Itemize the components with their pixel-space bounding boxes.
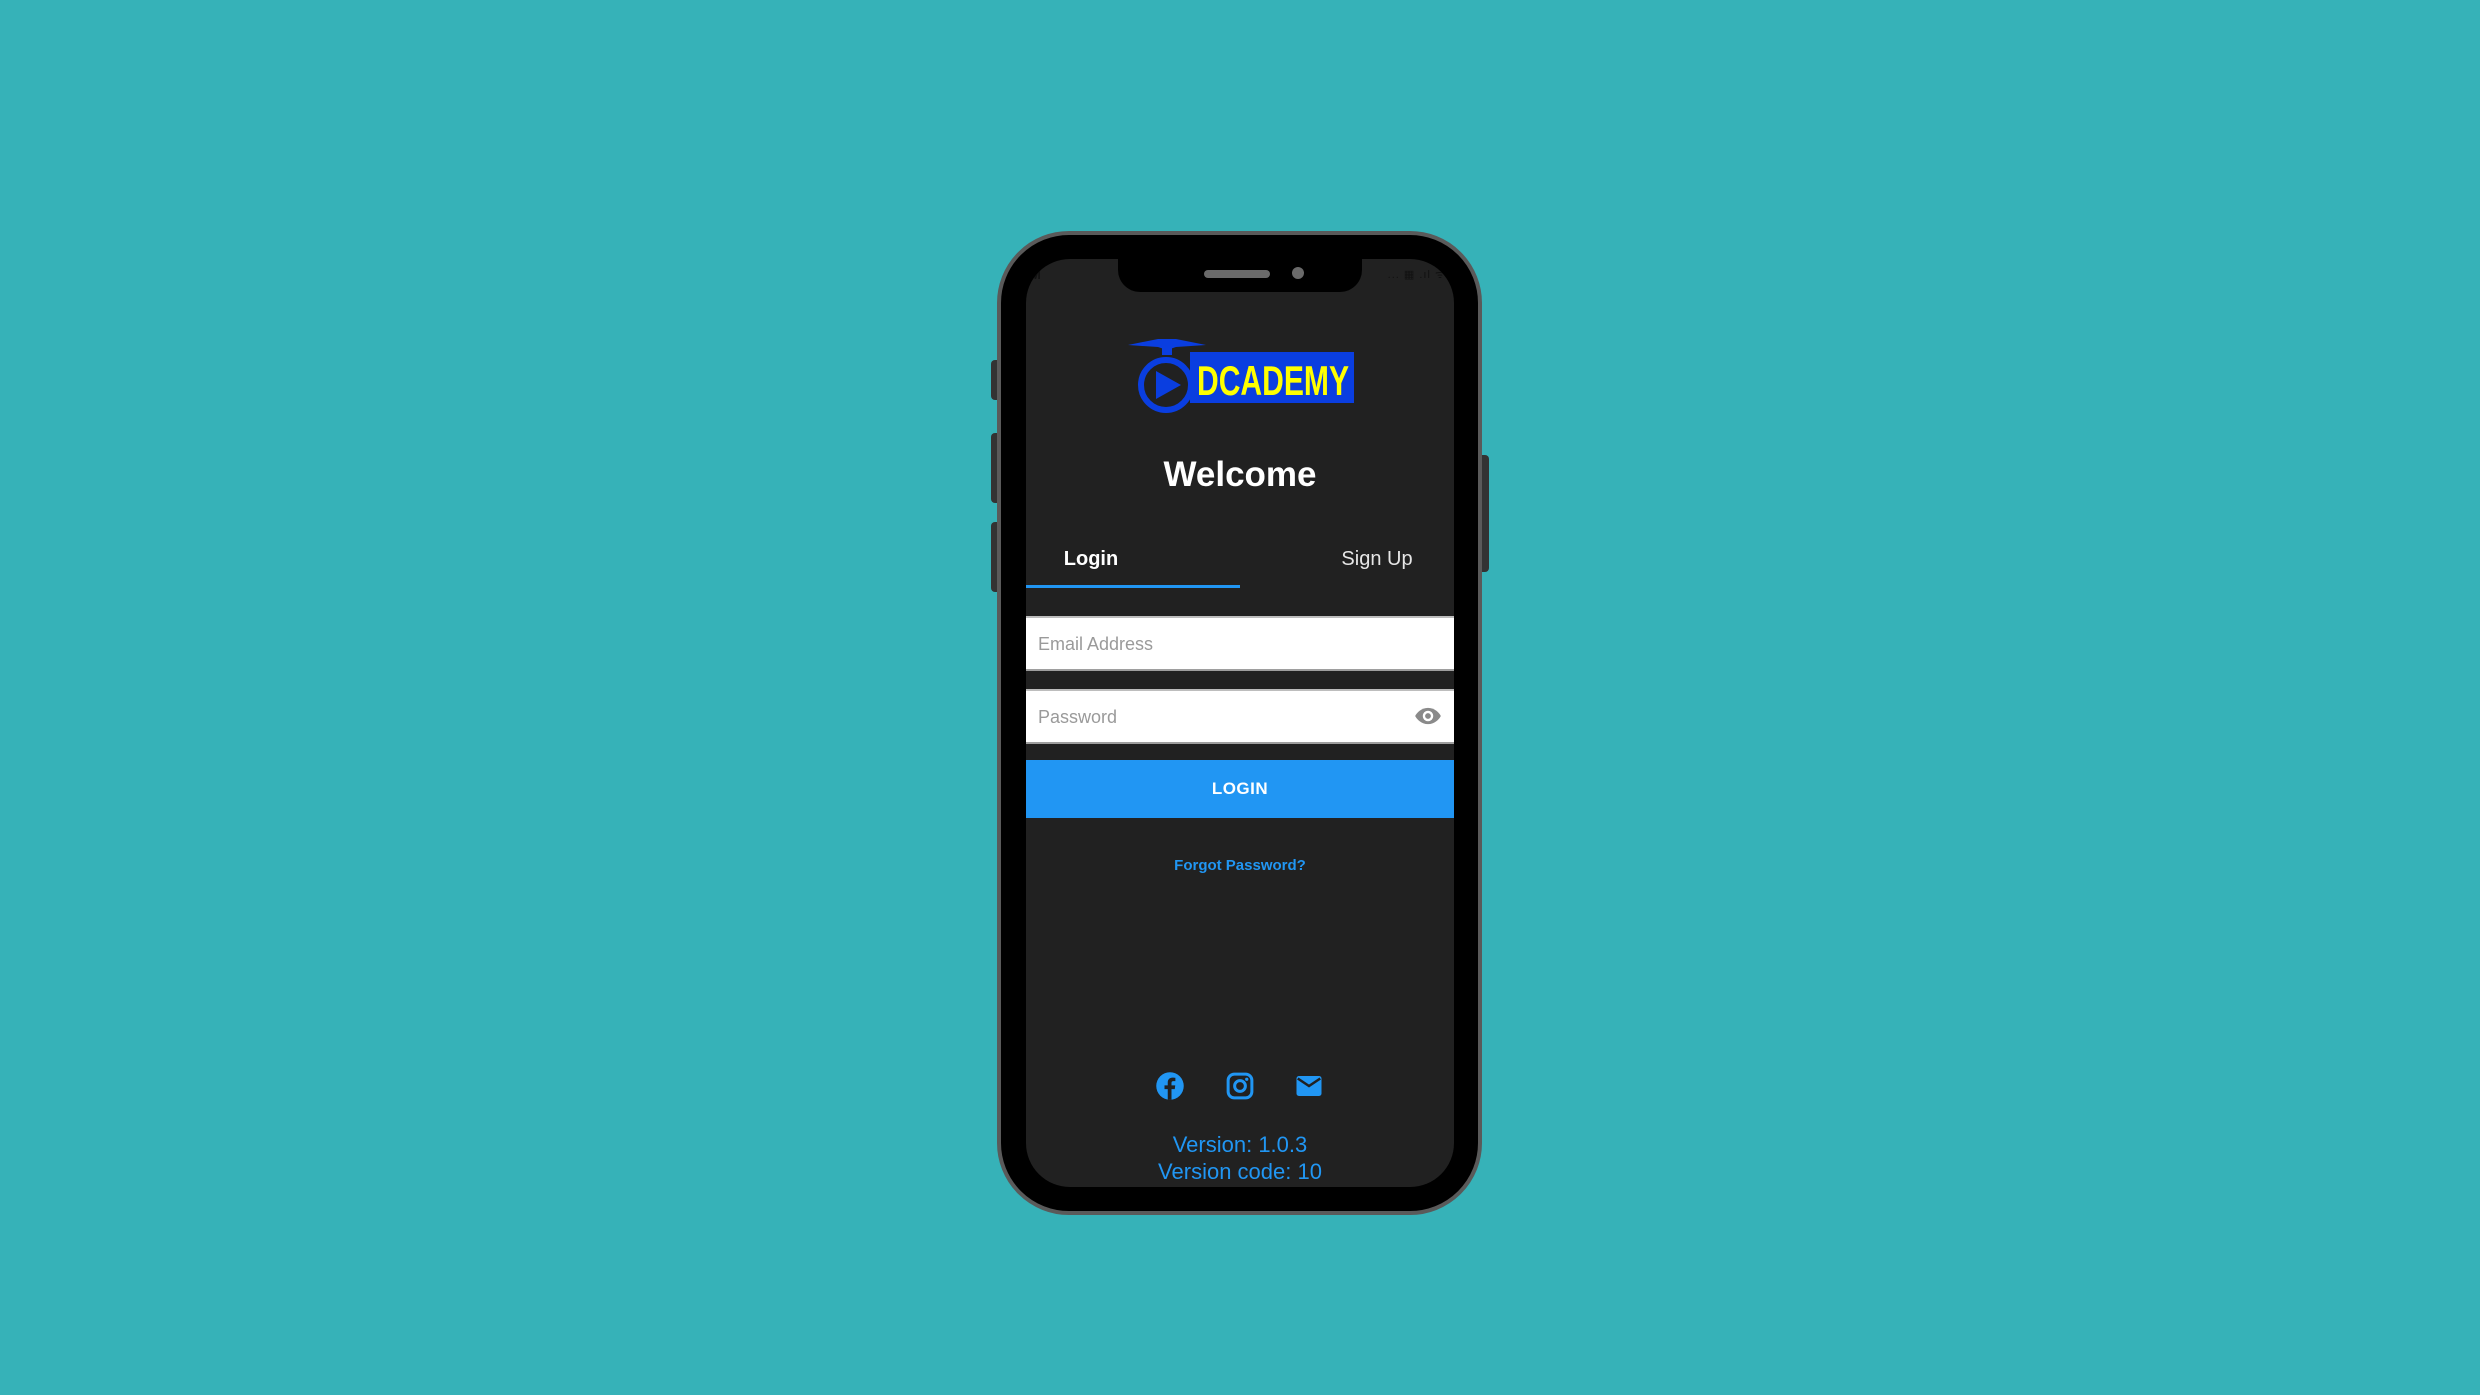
facebook-icon[interactable] (1155, 1071, 1185, 1101)
password-field (1026, 689, 1454, 744)
logo-text: DCADEMY (1197, 357, 1349, 404)
auth-tabs: Login Sign Up (1026, 531, 1454, 591)
status-bar-icons: ... ▦ .ıl ᯤ (1387, 269, 1446, 281)
password-input[interactable] (1036, 691, 1410, 744)
email-field (1026, 616, 1454, 671)
dcademy-logo: DCADEMY (1128, 339, 1354, 413)
email-input[interactable] (1036, 618, 1410, 671)
active-tab-indicator (1026, 585, 1240, 588)
welcome-heading: Welcome (1163, 455, 1317, 494)
tab-sign-up[interactable]: Sign Up (1240, 531, 1454, 588)
eye-icon[interactable] (1414, 705, 1442, 727)
speaker (1204, 270, 1270, 278)
tab-login[interactable]: Login (1026, 531, 1240, 588)
version-code-label: Version code: 10 (1158, 1159, 1322, 1184)
mail-icon[interactable] (1294, 1071, 1324, 1101)
instagram-icon[interactable] (1225, 1071, 1255, 1101)
status-bar-left: M (1030, 267, 1041, 282)
phone-screen: M ... ▦ .ıl ᯤ DCADEMY Welcome Login Sign… (1026, 259, 1454, 1187)
version-label: Version: 1.0.3 (1172, 1132, 1308, 1157)
forgot-password-link[interactable]: Forgot Password? (1026, 857, 1454, 874)
social-links (1026, 1071, 1454, 1103)
login-button[interactable]: LOGIN (1026, 760, 1454, 818)
front-camera (1292, 267, 1304, 279)
notch (1118, 259, 1362, 292)
power-button[interactable] (1482, 455, 1489, 572)
